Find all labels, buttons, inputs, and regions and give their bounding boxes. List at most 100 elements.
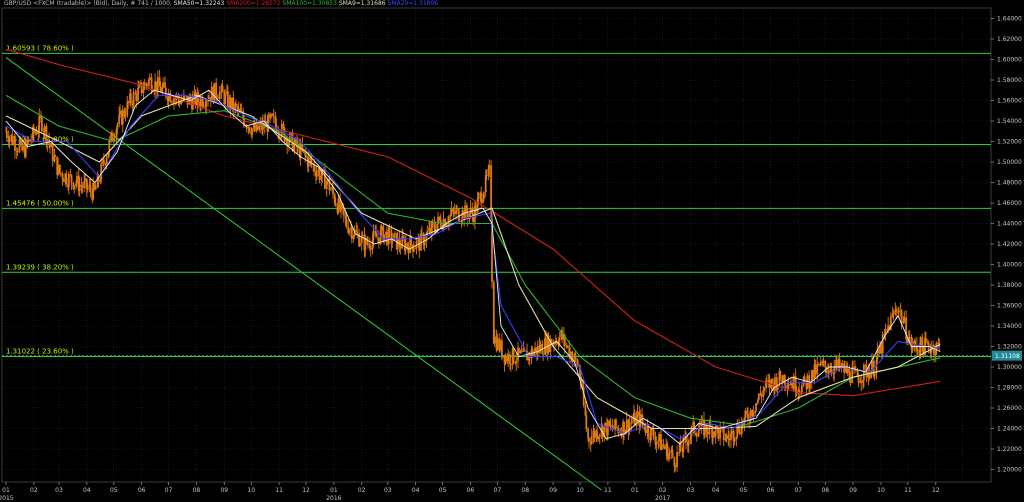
price-candle-body: [636, 411, 639, 416]
price-candle-body: [111, 132, 113, 141]
price-candle-body: [76, 175, 78, 184]
price-candle-body: [757, 393, 760, 400]
price-candle-body: [218, 91, 221, 99]
price-candle-body: [329, 189, 332, 191]
price-candle-body: [803, 376, 806, 381]
price-candle-body: [361, 234, 364, 236]
x-tick-label: 01: [330, 487, 338, 494]
price-candle-body: [412, 248, 415, 252]
y-tick-label: 1.30000: [997, 364, 1022, 371]
price-candle-body: [132, 92, 135, 106]
price-candle-body: [644, 429, 647, 433]
sma9-line: [5, 89, 941, 445]
price-candle-body: [938, 343, 941, 344]
x-tick-label: 01: [631, 487, 639, 494]
price-candle-body: [706, 431, 709, 435]
price-candle-body: [585, 415, 588, 430]
price-candle-body: [488, 165, 491, 169]
y-tick-label: 1.60000: [997, 57, 1022, 64]
price-candle-body: [380, 225, 383, 231]
price-candle-body: [518, 347, 520, 354]
price-candle-body: [493, 336, 496, 344]
price-candle-body: [348, 229, 351, 233]
price-candle-body: [367, 243, 369, 245]
price-candle-body: [415, 240, 418, 248]
price-candle-body: [760, 395, 763, 397]
price-candle-body: [733, 439, 736, 442]
price-candle-body: [456, 208, 458, 210]
price-candle-body: [687, 440, 690, 446]
y-tick-label: 1.36000: [997, 303, 1022, 310]
y-tick-label: 1.62000: [997, 36, 1022, 43]
price-candle-body: [507, 354, 510, 362]
price-candle-body: [224, 93, 227, 104]
x-tick-label: 07: [794, 487, 802, 494]
price-candle-body: [900, 310, 903, 324]
x-tick-label: 11: [604, 487, 612, 494]
fib-level-label: 1.31022 ( 23.60% ): [6, 348, 74, 356]
price-candle-body: [771, 379, 774, 383]
fib-level-label: 1.51713 ( 61.80% ): [6, 135, 74, 143]
price-candle-body: [857, 376, 860, 383]
price-candle-body: [712, 431, 714, 438]
price-candle-body: [509, 363, 512, 365]
price-candle-body: [628, 423, 631, 433]
price-candle-body: [520, 350, 523, 352]
price-candle-body: [129, 93, 132, 104]
x-year-label: 2016: [326, 495, 341, 502]
price-candle-body: [270, 114, 272, 118]
price-candle-body: [81, 186, 84, 188]
current-price-label: 1.31108: [995, 353, 1020, 360]
price-candle-body: [86, 188, 89, 190]
price-candle-body: [480, 192, 483, 203]
price-candle-body: [248, 127, 251, 132]
price-candle-body: [542, 353, 545, 355]
price-candle-body: [124, 115, 127, 117]
price-candle-body: [924, 338, 927, 343]
price-candle-body: [116, 124, 119, 130]
price-candle-body: [652, 429, 655, 439]
price-candle-body: [453, 211, 456, 215]
price-candle-body: [313, 164, 316, 172]
price-candle-body: [590, 436, 593, 444]
price-candle-body: [838, 359, 841, 368]
price-candle-body: [315, 172, 318, 177]
y-tick-label: 1.42000: [997, 241, 1022, 248]
y-tick-label: 1.24000: [997, 426, 1022, 433]
x-tick-label: 05: [110, 487, 118, 494]
price-candle-body: [827, 371, 830, 373]
price-candle-body: [811, 370, 814, 379]
price-candle-body: [140, 82, 143, 94]
price-candle-body: [873, 372, 876, 377]
x-tick-label: 05: [740, 487, 748, 494]
price-candle-body: [345, 218, 348, 227]
price-candle-body: [170, 101, 173, 103]
price-candle-body: [226, 91, 229, 108]
price-candle-body: [89, 185, 92, 192]
price-candle-body: [841, 363, 844, 366]
price-candle-body: [103, 160, 105, 164]
x-tick-label: 10: [247, 487, 255, 494]
x-tick-label: 05: [439, 487, 447, 494]
price-candle-body: [544, 338, 547, 354]
price-candle-body: [916, 350, 919, 352]
price-candle-body: [394, 232, 396, 234]
price-candle-body: [477, 195, 480, 200]
price-candle-body: [375, 232, 378, 238]
price-candle-body: [156, 77, 159, 92]
price-candle-body: [51, 143, 54, 162]
x-tick-label: 03: [687, 487, 695, 494]
price-candle-body: [849, 380, 852, 383]
price-candle-body: [697, 430, 700, 437]
price-chart[interactable]: 1.60593 ( 78.60% ) 1.51713 ( 61.80% ) 1.45…: [0, 0, 1024, 502]
price-candle-body: [5, 131, 8, 138]
price-candle-body: [8, 137, 11, 143]
price-candle-body: [587, 429, 590, 439]
price-candle-body: [728, 438, 731, 441]
price-candle-body: [84, 178, 86, 182]
price-candle-body: [588, 438, 590, 442]
price-candle-body: [695, 434, 698, 437]
price-candle-body: [159, 86, 162, 93]
price-candle-body: [119, 110, 121, 115]
x-tick-label: 06: [467, 487, 475, 494]
